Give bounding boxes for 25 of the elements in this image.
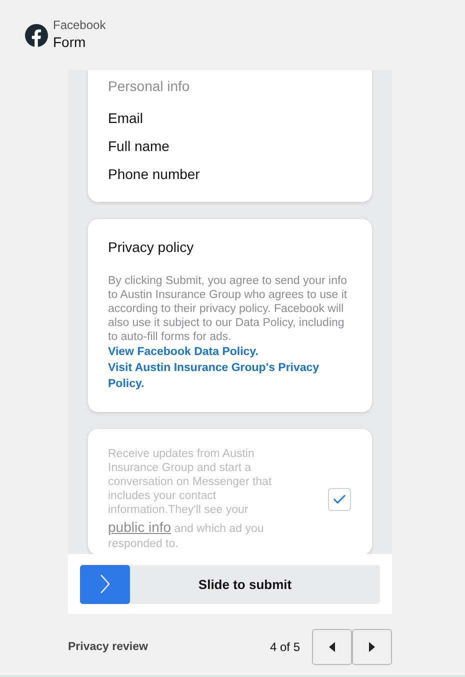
checkmark-icon [333, 494, 346, 504]
page-counter: 4 of 5 [270, 640, 300, 654]
right-triangle-icon [369, 642, 375, 652]
slider-handle[interactable] [80, 564, 130, 604]
public-info-link[interactable]: public info [108, 519, 172, 535]
previous-button[interactable] [312, 629, 352, 665]
optin-checkbox[interactable] [328, 488, 351, 510]
next-button[interactable] [352, 629, 392, 665]
slider-label: Slide to submit [197, 576, 293, 592]
left-triangle-icon [329, 642, 335, 652]
section-heading: Privacy policy [108, 238, 195, 257]
facebook-logo-icon [25, 24, 48, 46]
policy-link[interactable]: Visit Austin Insurance Group's Privacy Policy. [108, 360, 352, 392]
footer-title: Privacy review [68, 641, 148, 653]
app-name: Facebook [53, 18, 106, 33]
policy-text: By clicking Submit, you agree to send your info to Austin Insurance Group who agrees to use it according to their privacy policy. Facebook will also use it subject to our Data Policy, including to auto-fill forms for ads. [108, 274, 348, 344]
field-label: Full name [108, 137, 170, 156]
form-title: Form [53, 33, 87, 52]
chevron-right-icon [100, 574, 110, 594]
field-label: Email [108, 109, 144, 128]
optin-text: Receive updates from Austin Insurance Group and start a conversation on Messenger that includes your contact information.They'll see your public info and which ad you responded to. [108, 447, 273, 551]
policy-link[interactable]: View Facebook Data Policy. [108, 344, 352, 360]
field-label: Phone number [108, 165, 201, 184]
section-heading: Personal info [108, 77, 191, 96]
slide-to-submit-track[interactable]: Slide to submit [80, 564, 380, 604]
